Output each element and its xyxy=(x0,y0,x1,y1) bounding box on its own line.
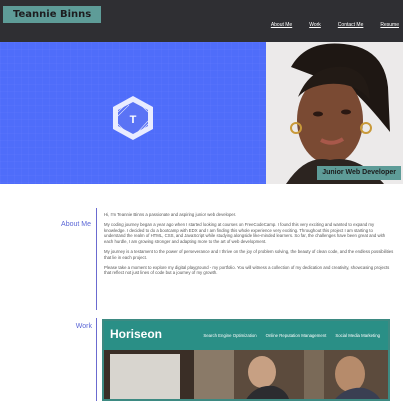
nav-work[interactable]: Work xyxy=(309,22,321,28)
about-paragraph: My journey is a testament to the power o… xyxy=(104,248,394,260)
job-title-badge: Junior Web Developer xyxy=(317,166,401,180)
nav-about-me[interactable]: About Me xyxy=(271,22,292,28)
about-paragraph: My coding journey began a year ago when … xyxy=(104,222,386,244)
project-nav-item: Social Media Marketing xyxy=(335,333,380,338)
site-header: Teannie Binns About Me Work Contact Me R… xyxy=(0,0,403,42)
project-card-horiseon[interactable]: Horiseon Search Engine Optimization Onli… xyxy=(102,319,390,401)
logo-letter: T xyxy=(130,114,137,126)
project-nav: Search Engine Optimization Online Reputa… xyxy=(194,333,380,338)
portrait-image xyxy=(266,42,403,184)
about-paragraph: Please take a moment to explore my digit… xyxy=(104,264,390,276)
site-brand[interactable]: Teannie Binns xyxy=(3,6,102,23)
project-hero-image xyxy=(104,350,388,399)
hero-banner: T xyxy=(0,42,266,184)
work-heading: Work xyxy=(75,323,92,330)
hero-section: T Junior Web Developer xyxy=(0,42,403,184)
profile-photo: Junior Web Developer xyxy=(266,42,403,184)
nav-contact-me[interactable]: Contact Me xyxy=(338,22,364,28)
project-nav-item: Online Reputation Management xyxy=(265,333,327,338)
project-header: Horiseon Search Engine Optimization Onli… xyxy=(104,321,388,350)
work-divider xyxy=(96,318,97,401)
project-screenshot xyxy=(104,350,388,399)
about-paragraph: Hi, I'm Teannie Binns a passionate and a… xyxy=(104,212,237,217)
main-nav: About Me Work Contact Me Resume xyxy=(254,22,399,28)
nav-resume[interactable]: Resume xyxy=(380,22,399,28)
about-text: Hi, I'm Teannie Binns a passionate and a… xyxy=(104,212,394,280)
project-title: Horiseon xyxy=(110,327,163,341)
about-heading: About Me xyxy=(61,221,91,228)
about-divider xyxy=(96,208,97,310)
logo-icon: T xyxy=(113,96,153,140)
project-nav-item: Search Engine Optimization xyxy=(203,333,257,338)
